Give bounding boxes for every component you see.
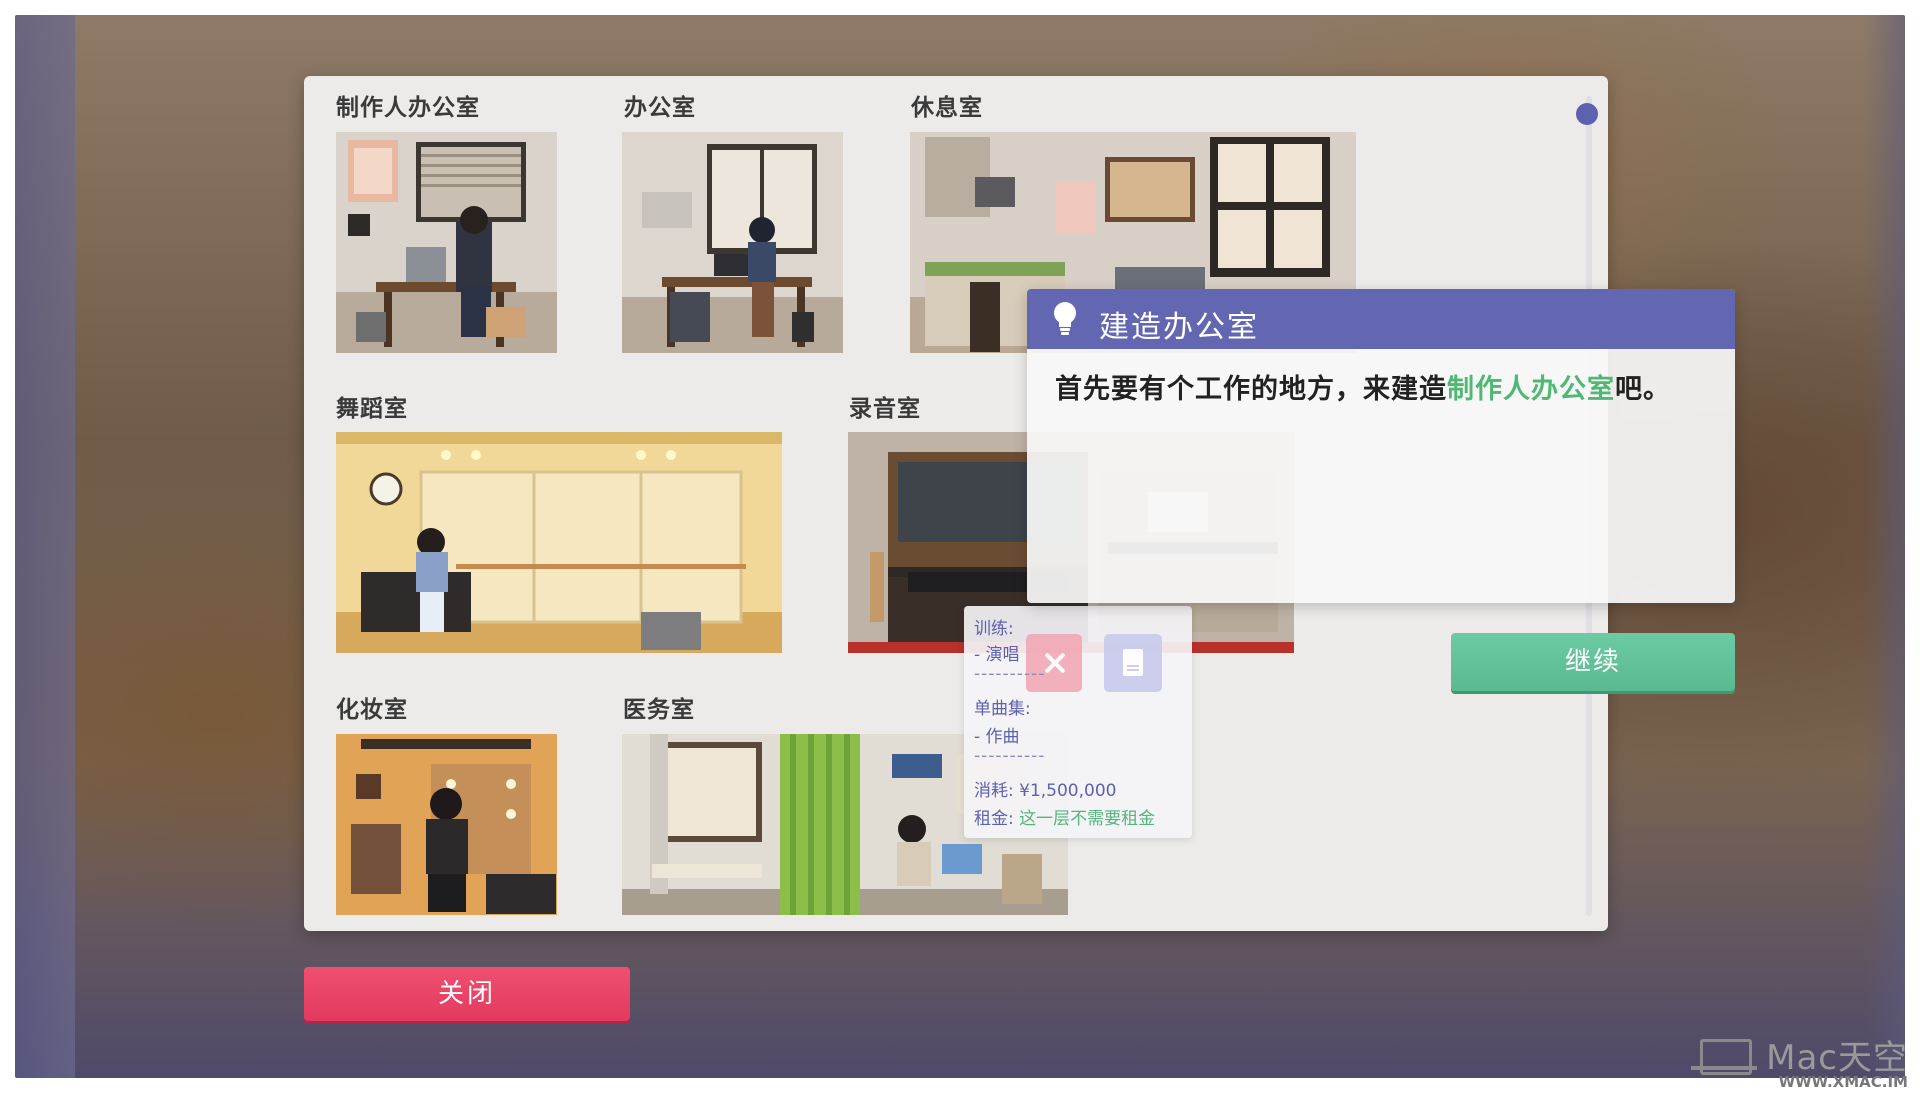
room-card-dance-room[interactable] [336, 432, 782, 653]
document-icon [1123, 649, 1143, 676]
room-title-dance-room: 舞蹈室 [336, 396, 408, 422]
room-card-producer-office[interactable] [336, 132, 557, 353]
continue-button[interactable]: 继续 [1451, 633, 1735, 691]
room-card-makeup-room[interactable] [336, 734, 557, 915]
makeup-room-image [336, 734, 557, 915]
watermark-main: Mac天空 [1766, 1038, 1908, 1078]
room-title-medical-room: 医务室 [623, 697, 695, 723]
single-item: - 作曲 [974, 727, 1020, 747]
room-info-button[interactable] [1104, 634, 1162, 692]
room-title-office: 办公室 [624, 95, 696, 121]
dialog-title: 建造办公室 [1099, 310, 1259, 345]
producer-office-image [336, 132, 557, 353]
separator: ---------- [974, 746, 1046, 766]
room-title-makeup-room: 化妆室 [336, 697, 408, 723]
cost-value: ¥1,500,000 [1019, 781, 1117, 801]
room-card-office[interactable] [622, 132, 843, 353]
room-info-tooltip: 训练: - 演唱 ---------- 单曲集: - 作曲 ----------… [964, 606, 1192, 838]
rent-row: 租金: 这一层不需要租金 [974, 804, 1155, 829]
rent-value: 这一层不需要租金 [1019, 809, 1156, 829]
training-item: - 演唱 [974, 645, 1020, 665]
cost-label: 消耗: [974, 781, 1014, 801]
watermark-sub: WWW.XMAC.IM [1778, 1073, 1908, 1091]
dialog-text-highlight: 制作人办公室 [1447, 374, 1615, 405]
single-label: 单曲集: [974, 699, 1031, 719]
dialog-text-after: 吧。 [1615, 374, 1671, 405]
dance-room-image [336, 432, 782, 653]
monitor-icon [1691, 1039, 1757, 1075]
tutorial-dialog: 建造办公室 首先要有个工作的地方，来建造制作人办公室吧。 [1027, 289, 1735, 603]
close-button[interactable]: 关闭 [304, 967, 630, 1021]
scrollbar-thumb[interactable] [1576, 103, 1598, 125]
room-title-producer-office: 制作人办公室 [336, 95, 480, 121]
rent-label: 租金: [974, 809, 1014, 829]
watermark: Mac天空 WWW.XMAC.IM [1766, 1030, 1908, 1091]
dialog-text-before: 首先要有个工作的地方，来建造 [1055, 374, 1447, 405]
lightbulb-icon [1054, 302, 1076, 335]
cost-row: 消耗: ¥1,500,000 [974, 776, 1116, 801]
dialog-header: 建造办公室 [1027, 289, 1735, 349]
room-title-lounge: 休息室 [911, 95, 983, 121]
training-label: 训练: [974, 619, 1014, 639]
dialog-message: 首先要有个工作的地方，来建造制作人办公室吧。 [1055, 367, 1671, 406]
office-image [622, 132, 843, 353]
room-title-recording-room: 录音室 [849, 396, 921, 422]
separator: ---------- [974, 664, 1046, 684]
